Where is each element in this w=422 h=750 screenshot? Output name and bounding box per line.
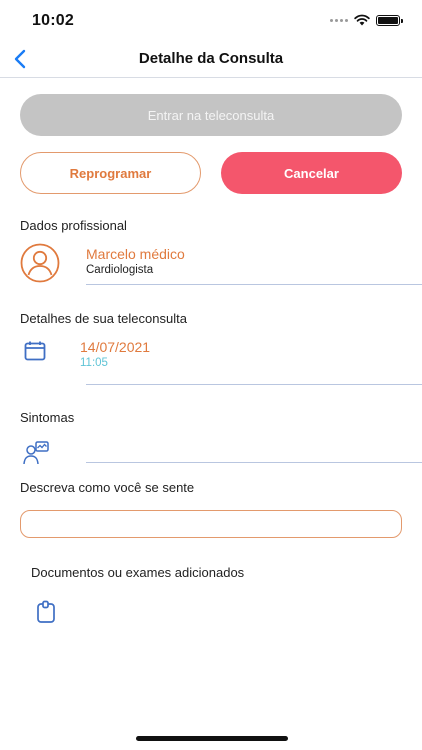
professional-name: Marcelo médico xyxy=(86,246,185,262)
calendar-icon xyxy=(24,341,46,361)
cancel-button[interactable]: Cancelar xyxy=(221,152,402,194)
divider xyxy=(86,284,422,285)
navigation-bar: Detalhe da Consulta xyxy=(0,44,422,78)
status-bar: 10:02 xyxy=(0,0,422,44)
professional-specialty: Cardiologista xyxy=(86,264,154,276)
battery-icon xyxy=(376,14,403,26)
status-time: 10:02 xyxy=(32,12,74,29)
status-icons xyxy=(330,14,403,26)
home-indicator xyxy=(136,736,288,741)
divider xyxy=(86,384,422,385)
feeling-section-label: Descreva como você se sente xyxy=(20,480,195,495)
documents-section-label: Documentos ou exames adicionados xyxy=(31,565,245,580)
symptoms-icon[interactable] xyxy=(22,440,50,466)
consult-date: 14/07/2021 xyxy=(80,339,151,355)
enter-teleconsult-button[interactable]: Entrar na teleconsulta xyxy=(20,94,402,136)
user-avatar-icon xyxy=(20,243,60,283)
feeling-input[interactable] xyxy=(20,510,402,538)
consult-time: 11:05 xyxy=(80,357,108,369)
professional-section-label: Dados profissional xyxy=(20,218,127,233)
cellular-dots-icon xyxy=(330,18,348,22)
clipboard-icon[interactable] xyxy=(35,600,57,624)
wifi-icon xyxy=(354,14,370,26)
page-title: Detalhe da Consulta xyxy=(138,50,284,67)
symptoms-section-label: Sintomas xyxy=(20,410,75,425)
reschedule-button[interactable]: Reprogramar xyxy=(20,152,201,194)
details-section-label: Detalhes de sua teleconsulta xyxy=(20,311,187,326)
divider xyxy=(86,462,422,463)
